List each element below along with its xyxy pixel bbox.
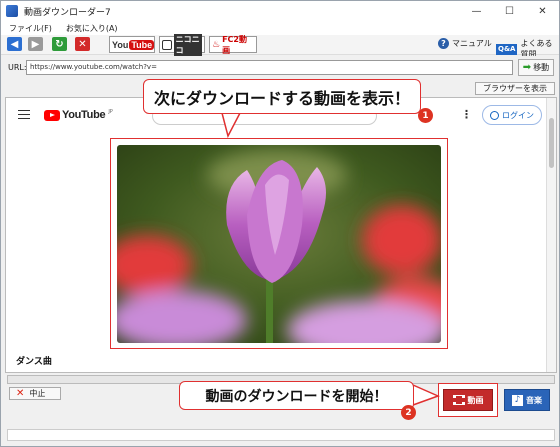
- youtube-logo[interactable]: YouTube JP: [44, 109, 113, 121]
- callout-start-download-text: 動画のダウンロードを開始！: [205, 388, 388, 405]
- download-video-label: 動画: [467, 395, 484, 405]
- youtube-play-icon: [44, 109, 60, 121]
- download-music-button[interactable]: ♪ 音楽: [504, 389, 550, 411]
- show-browser-button[interactable]: ブラウザーを表示: [475, 82, 555, 95]
- go-label: 移動: [533, 63, 550, 72]
- login-label: ログイン: [502, 110, 534, 120]
- forward-arrow-icon[interactable]: ▶: [28, 37, 43, 51]
- video-player[interactable]: [117, 145, 441, 343]
- fc2-label: FC2動画: [222, 34, 247, 55]
- help-icon: ?: [438, 38, 449, 49]
- go-button[interactable]: ➡ 移動: [518, 59, 554, 76]
- tulip-thumbnail: [117, 145, 441, 343]
- youtube-tube-label: Tube: [129, 39, 155, 50]
- go-arrow-icon: ➡: [522, 62, 532, 73]
- url-label: URL:: [8, 63, 27, 72]
- window-controls: — ☐ ✕: [460, 1, 559, 21]
- youtube-logo-text: YouTube: [62, 109, 106, 121]
- fc2-button[interactable]: ♨ FC2動画: [209, 34, 257, 55]
- video-title: ダンス曲: [16, 357, 52, 367]
- stop-label: 中止: [29, 389, 46, 398]
- step-badge-1: 1: [418, 108, 433, 123]
- refresh-icon[interactable]: ↻: [52, 37, 67, 51]
- window-title: 動画ダウンローダー7: [24, 7, 111, 18]
- close-button[interactable]: ✕: [526, 1, 559, 21]
- niconico-label: ニコニコ: [173, 33, 202, 56]
- login-button[interactable]: ログイン: [482, 105, 542, 125]
- music-note-icon: ♪: [512, 394, 523, 406]
- callout-show-video: 次にダウンロードする動画を表示！: [143, 79, 421, 114]
- youtube-you-label: You: [112, 39, 129, 50]
- status-bar: [7, 429, 555, 441]
- url-bar: URL: https://www.youtube.com/watch?v= ➡ …: [1, 56, 559, 80]
- title-bar: 動画ダウンローダー7 — ☐ ✕: [1, 1, 559, 21]
- tv-icon: [162, 39, 172, 50]
- app-window: 動画ダウンローダー7 — ☐ ✕ ファイル(F) お気に入り(A) ◀ ▶ ↻ …: [0, 0, 560, 447]
- browser-scrollbar[interactable]: [546, 98, 556, 372]
- minimize-button[interactable]: —: [460, 1, 493, 21]
- niconico-button[interactable]: ニコニコ: [159, 33, 205, 56]
- youtube-button[interactable]: You Tube: [109, 36, 155, 53]
- film-icon: [452, 395, 465, 405]
- manual-button[interactable]: ? マニュアル: [438, 38, 492, 49]
- fc2-icon: ♨: [212, 39, 221, 50]
- callout-show-video-text: 次にダウンロードする動画を表示！: [153, 88, 410, 108]
- back-arrow-icon[interactable]: ◀: [7, 37, 22, 51]
- stop-button[interactable]: ✕ 中止: [9, 387, 61, 400]
- manual-label: マニュアル: [452, 39, 492, 48]
- maximize-button[interactable]: ☐: [493, 1, 526, 21]
- stop-x-icon: ✕: [16, 388, 25, 399]
- embedded-browser: YouTube JP ⋮ ログイン ダンス曲: [5, 97, 557, 373]
- menu-bar: ファイル(F) お気に入り(A): [1, 21, 559, 35]
- qa-icon: Q&A: [496, 43, 518, 55]
- menu-file[interactable]: ファイル(F): [9, 23, 52, 34]
- toolbar: ◀ ▶ ↻ ✕ You Tube ニコニコ ♨ FC2動画 ? マニュアル Q&…: [1, 33, 559, 59]
- url-input[interactable]: https://www.youtube.com/watch?v=: [26, 60, 513, 75]
- menu-favorites[interactable]: お気に入り(A): [66, 23, 118, 34]
- download-music-label: 音楽: [526, 395, 542, 405]
- youtube-region-label: JP: [108, 109, 113, 115]
- more-options-icon[interactable]: ⋮: [461, 108, 472, 121]
- hamburger-menu-icon[interactable]: [18, 110, 30, 119]
- step-badge-2: 2: [401, 405, 416, 420]
- download-video-highlight: 動画: [438, 383, 498, 417]
- stop-icon[interactable]: ✕: [75, 37, 90, 51]
- download-video-button[interactable]: 動画: [443, 389, 493, 411]
- app-icon: [6, 5, 18, 17]
- user-icon: [490, 110, 499, 120]
- scrollbar-thumb[interactable]: [549, 118, 554, 168]
- video-highlight-frame: [110, 138, 448, 349]
- callout-start-download: 動画のダウンロードを開始！: [179, 381, 414, 410]
